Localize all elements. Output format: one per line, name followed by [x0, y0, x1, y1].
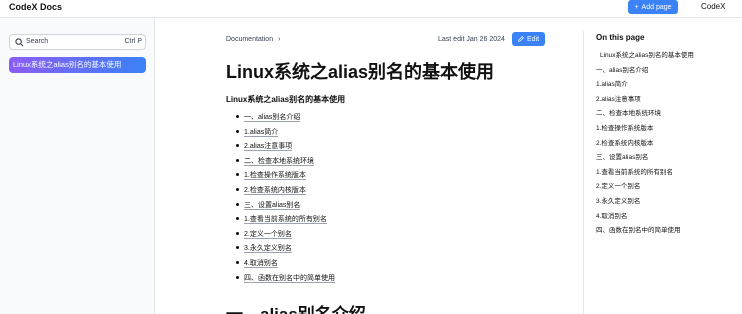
on-this-page-panel: On this page Linux系统之alias别名的基本使用 一、alia… — [583, 31, 742, 314]
toc-item[interactable]: 1.检查操作系统版本 — [226, 170, 335, 185]
chevron-right-icon: › — [278, 36, 281, 43]
search-icon — [15, 38, 24, 47]
search-input[interactable]: Search Ctrl P — [9, 34, 146, 50]
article-toc: 一、alias别名介绍 1.alias简介 2.alias注意事项 二、检查本地… — [226, 112, 335, 287]
project-link[interactable]: CodeX — [701, 2, 725, 11]
on-this-page-title: On this page — [596, 33, 645, 42]
on-page-link[interactable]: 2.定义一个别名 — [596, 180, 694, 195]
breadcrumb: Documentation › — [226, 36, 280, 43]
on-page-link[interactable]: 3.永久定义别名 — [596, 195, 694, 210]
toc-item[interactable]: 一、alias别名介绍 — [226, 112, 335, 127]
toc-item[interactable]: 1.alias简介 — [226, 127, 335, 142]
sidebar: Search Ctrl P Linux系统之alias别名的基本使用 — [0, 19, 155, 314]
edit-button[interactable]: Edit — [512, 32, 545, 46]
brand-logo[interactable]: CodeX Docs — [9, 2, 62, 12]
toc-item[interactable]: 三、设置alias别名 — [226, 200, 335, 215]
toc-item[interactable]: 2.检查系统内核版本 — [226, 185, 335, 200]
on-page-link[interactable]: 四、函数在别名中的简单使用 — [596, 224, 694, 239]
toc-item[interactable]: 4.取消别名 — [226, 258, 335, 273]
on-page-link[interactable]: 2.检查系统内核版本 — [596, 137, 694, 152]
on-page-link[interactable]: 1.检查操作系统版本 — [596, 122, 694, 137]
toc-item[interactable]: 二、检查本地系统环境 — [226, 156, 335, 171]
top-header: CodeX Docs + Add page CodeX — [0, 0, 742, 18]
add-page-label: Add page — [641, 3, 672, 11]
toc-item[interactable]: 1.查看当前系统的所有别名 — [226, 214, 335, 229]
on-page-link[interactable]: 4.取消别名 — [596, 210, 694, 225]
edit-label: Edit — [526, 35, 540, 43]
page-title: Linux系统之alias别名的基本使用 — [226, 62, 495, 82]
on-page-link[interactable]: 1.alias简介 — [596, 78, 694, 93]
pencil-icon — [518, 36, 524, 42]
section-heading: 一、alias别名介绍 — [226, 300, 366, 314]
toc-item[interactable]: 2.定义一个别名 — [226, 229, 335, 244]
search-shortcut: Ctrl P — [124, 38, 143, 45]
last-edit-date: Last edit Jan 26 2024 — [438, 36, 505, 43]
on-page-link[interactable]: 二、检查本地系统环境 — [596, 107, 694, 122]
sidebar-item-alias-page[interactable]: Linux系统之alias别名的基本使用 — [9, 57, 146, 73]
breadcrumb-documentation[interactable]: Documentation — [226, 36, 273, 43]
on-page-link[interactable]: 2.alias注意事项 — [596, 93, 694, 108]
on-page-link[interactable]: Linux系统之alias别名的基本使用 — [596, 49, 694, 64]
toc-item[interactable]: 3.永久定义别名 — [226, 243, 335, 258]
add-page-button[interactable]: + Add page — [628, 0, 678, 14]
on-page-link[interactable]: 1.查看当前系统的所有别名 — [596, 166, 694, 181]
on-page-link[interactable]: 三、设置alias别名 — [596, 151, 694, 166]
search-placeholder: Search — [26, 38, 49, 45]
toc-item[interactable]: 四、函数在别名中的简单使用 — [226, 273, 335, 288]
article-subtitle: Linux系统之alias别名的基本使用 — [226, 95, 346, 104]
on-this-page-list: Linux系统之alias别名的基本使用 一、alias别名介绍 1.alias… — [596, 49, 694, 239]
plus-icon: + — [634, 3, 639, 11]
toc-item[interactable]: 2.alias注意事项 — [226, 141, 335, 156]
on-page-link[interactable]: 一、alias别名介绍 — [596, 64, 694, 79]
